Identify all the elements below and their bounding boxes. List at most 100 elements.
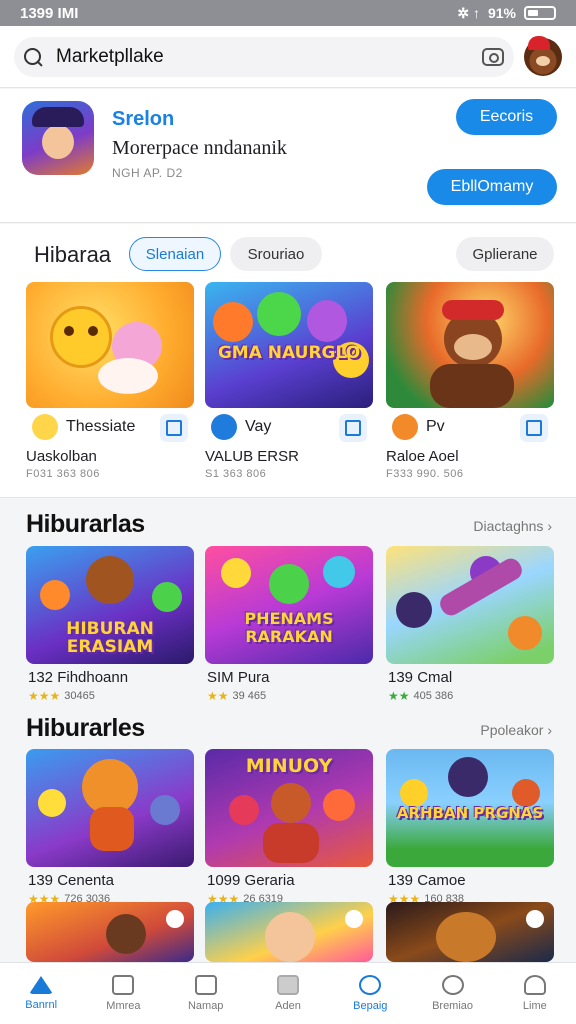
game-card[interactable]: Pv Raloe Aoel F333 990. 506 (386, 282, 554, 480)
featured-app-card[interactable]: Srelon Morerpace nndananik NGH AP. D2 Ee… (0, 89, 576, 223)
star-rating-icon: ★★ (388, 689, 410, 703)
search-input[interactable] (56, 45, 482, 68)
game-thumb-title: HIBURAN ERASIAM (66, 619, 154, 657)
search-icon[interactable] (22, 46, 44, 68)
game-card[interactable]: 139 Cenenta ★★★ 726 3036 (26, 749, 194, 909)
game-thumbnail[interactable]: GMA NAURGLO (205, 282, 373, 408)
status-bar: 1399 IMI ✲ ↑ 91% (0, 0, 576, 26)
game-thumb-title: ARHBAN PRGNAS (396, 804, 544, 822)
chevron-right-icon: › (547, 518, 552, 534)
game-card[interactable] (205, 902, 373, 962)
map-icon (194, 975, 217, 995)
nav-label: Lime (522, 1000, 547, 1012)
chip[interactable]: Srouriao (230, 237, 322, 271)
game-card[interactable]: 139 Cmal ★★ 405 386 (386, 546, 554, 706)
see-all-link[interactable]: Ppoleakor › (480, 722, 552, 738)
game-thumbnail[interactable] (386, 902, 554, 962)
game-rating: ★★ 39 465 (207, 689, 266, 703)
featured-bottom-button[interactable]: EbllOmamy (427, 169, 557, 205)
see-all-label: Ppoleakor (480, 722, 544, 738)
game-thumbnail[interactable]: MINUOY (205, 749, 373, 867)
battery-icon (524, 6, 556, 20)
game-thumbnail[interactable] (26, 902, 194, 962)
featured-subtitle: Morerpace nndananik (112, 137, 287, 159)
game-card[interactable]: Thessiate Uaskolban F031 363 806 (26, 282, 194, 480)
nav-item-chat[interactable]: Bepaig (329, 963, 411, 1024)
see-all-label: Diactaghns (473, 518, 544, 534)
avatar[interactable] (524, 35, 562, 76)
game-sub: F333 990. 506 (386, 468, 464, 480)
game-thumb-title: MINUOY (245, 755, 333, 777)
status-right: ✲ ↑ 91% (457, 5, 556, 22)
nav-item-list[interactable]: Mmrea (82, 963, 164, 1024)
rating-count: 39 465 (232, 690, 267, 702)
star-rating-icon: ★★★ (28, 689, 61, 703)
featured-title: Srelon (112, 108, 175, 130)
search-row (0, 26, 576, 88)
game-name: Uaskolban (26, 448, 97, 465)
nav-label: Mmrea (106, 1000, 141, 1012)
game-meta: Thessiate (26, 412, 194, 442)
game-meta: Pv (386, 412, 554, 442)
nav-item-map[interactable]: Namap (165, 963, 247, 1024)
status-time: 1399 IMI (20, 4, 79, 22)
search-bar[interactable] (14, 36, 514, 77)
download-icon[interactable] (520, 414, 548, 442)
heart-icon (441, 975, 464, 995)
game-thumbnail[interactable] (26, 749, 194, 867)
featured-top-button[interactable]: Eecoris (456, 99, 557, 135)
game-name: 132 Fihdhoann (28, 669, 129, 686)
featured-app-icon[interactable] (22, 101, 94, 175)
camera-icon[interactable] (482, 47, 504, 66)
game-thumbnail[interactable] (386, 546, 554, 664)
nav-item-tools[interactable]: Aden (247, 963, 329, 1024)
home-icon (29, 976, 54, 994)
chat-icon (359, 975, 382, 995)
game-thumbnail[interactable]: HIBURAN ERASIAM (26, 546, 194, 664)
game-thumbnail[interactable] (386, 282, 554, 408)
app-mini-icon (211, 414, 237, 440)
see-all-link[interactable]: Diactaghns › (473, 518, 552, 534)
nav-label: Bepaig (353, 1000, 388, 1012)
bluetooth-signal-icon: ✲ ↑ (457, 4, 480, 21)
app-label: Pv (426, 418, 445, 435)
game-thumbnail[interactable]: ARHBAN PRGNAS (386, 749, 554, 867)
download-icon[interactable] (160, 414, 188, 442)
list-icon (112, 975, 135, 995)
section-title: Hiburarlas (26, 510, 145, 538)
app-label: Thessiate (66, 418, 136, 435)
featured-meta: NGH AP. D2 (112, 166, 183, 180)
app-mini-icon (32, 414, 58, 440)
rating-count: 405 386 (413, 690, 454, 702)
game-rating: ★★★ 30465 (28, 689, 95, 703)
section-title: Hiburarles (26, 714, 145, 742)
nav-label: Namap (187, 1000, 224, 1012)
nav-item-home[interactable]: Banrnl (0, 963, 82, 1024)
chip-right[interactable]: Gplierane (456, 237, 554, 271)
chip-active[interactable]: Slenaian (129, 237, 221, 271)
game-card[interactable] (386, 902, 554, 962)
app-mini-icon (392, 414, 418, 440)
chevron-right-icon: › (547, 722, 552, 738)
game-thumbnail[interactable] (26, 282, 194, 408)
nav-label: Aden (275, 1000, 301, 1012)
game-card[interactable]: ARHBAN PRGNAS 139 Camoe ★★★ 160 838 (386, 749, 554, 909)
game-thumbnail[interactable] (205, 902, 373, 962)
game-card[interactable] (26, 902, 194, 962)
section-header: Hiburarles Ppoleakor › (0, 710, 576, 746)
section-label: Hibaraa (34, 242, 112, 267)
game-card[interactable]: HIBURAN ERASIAM 132 Fihdhoann ★★★ 30465 (26, 546, 194, 706)
filter-row: Hibaraa Slenaian Srouriao Gplierane (0, 236, 576, 272)
nav-item-favorites[interactable]: Bremiao (411, 963, 493, 1024)
game-thumb-title: PHENAMS RARAKAN (244, 609, 334, 646)
game-card[interactable]: GMA NAURGLO Vay VALUB ERSR S1 363 806 (205, 282, 373, 480)
game-card[interactable]: MINUOY 1099 Geraria ★★★ 26 6319 (205, 749, 373, 909)
game-name: 139 Cenenta (28, 872, 114, 889)
nav-item-profile[interactable]: Lime (494, 963, 576, 1024)
tools-icon (276, 975, 299, 995)
download-icon[interactable] (339, 414, 367, 442)
game-thumbnail[interactable]: PHENAMS RARAKAN (205, 546, 373, 664)
battery-percent: 91% (487, 5, 516, 21)
game-card[interactable]: PHENAMS RARAKAN SIM Pura ★★ 39 465 (205, 546, 373, 706)
game-name: 139 Cmal (388, 669, 453, 686)
